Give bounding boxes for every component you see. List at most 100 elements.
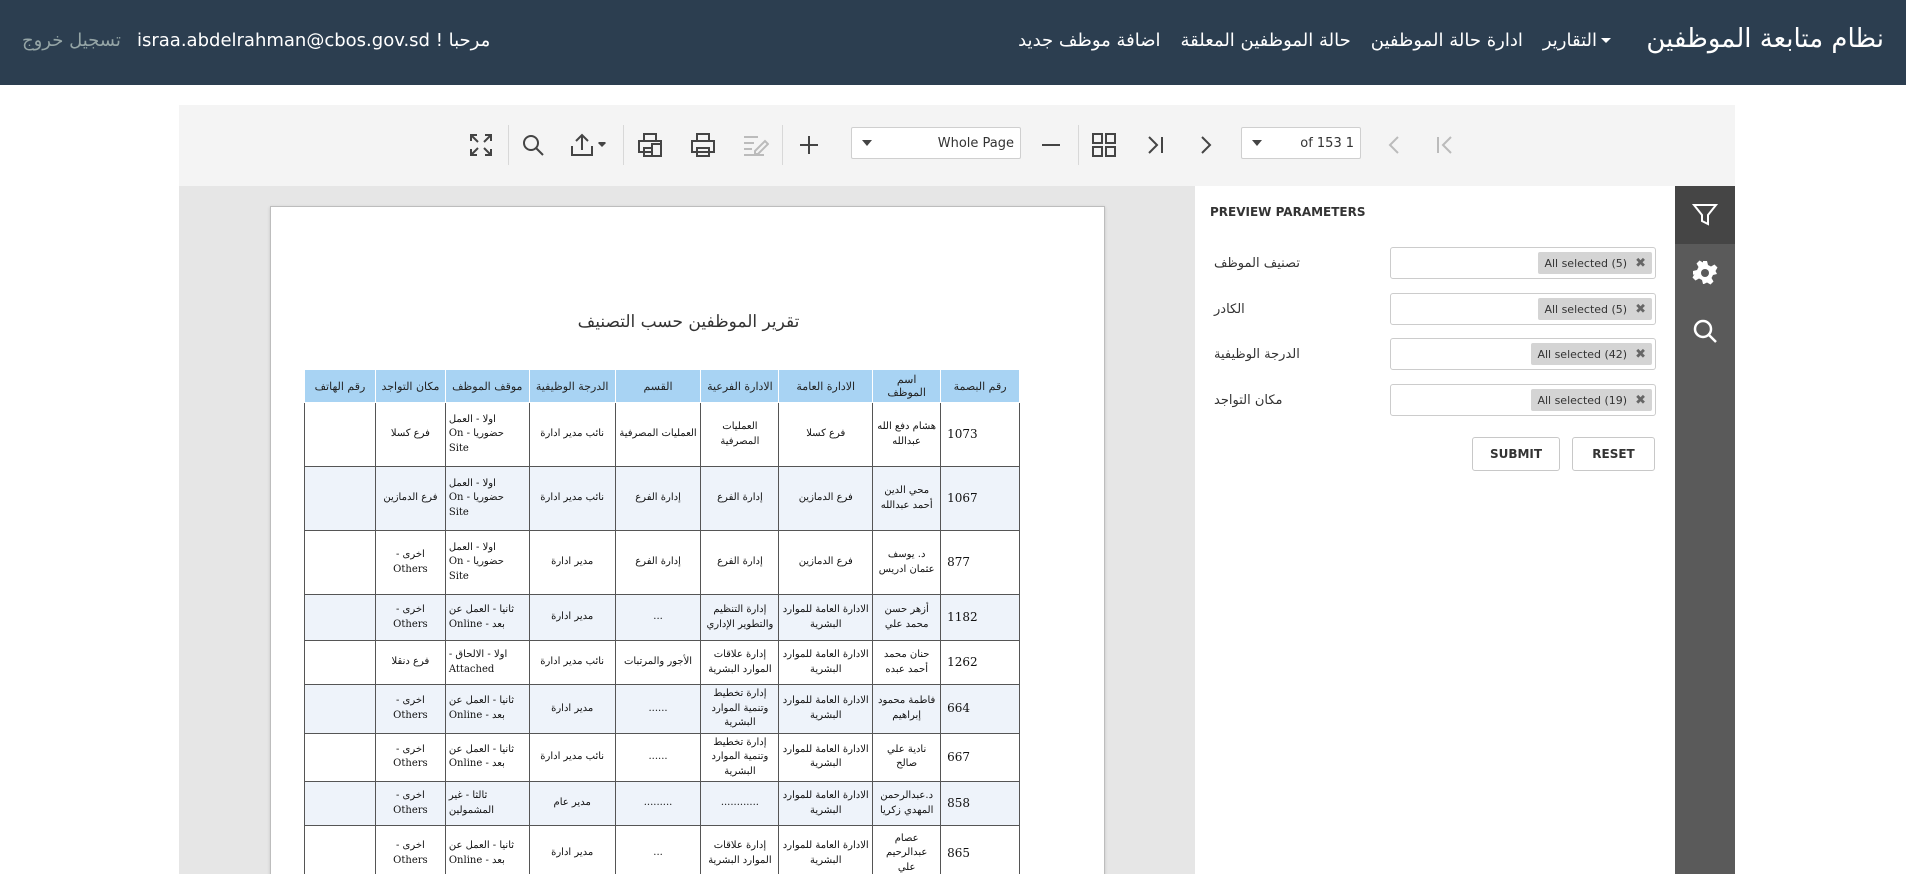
table-row: 1182 أزهر حسن محمد علي الادارة العامة للمو… (304, 594, 1020, 641)
search-icon[interactable] (513, 125, 553, 165)
param-row: الدرجة الوظيفية All selected (42) ✖ (1195, 338, 1675, 370)
prev-page-icon[interactable] (1374, 125, 1414, 165)
table-cell: مدير ادارة (528, 684, 616, 734)
table-cell: د. يوسف عثمان ادريس (872, 530, 942, 595)
submit-button[interactable]: SUBMIT (1472, 437, 1560, 471)
selection-chip: All selected (5) ✖ (1538, 252, 1652, 274)
table-cell: 865 (940, 825, 1020, 874)
table-header-row: رقم البصمة اسم الموظف الادارة العامة الا… (304, 369, 1020, 403)
col-header: مكان التواجد (374, 369, 446, 403)
table-cell: اولا - الالحاق - Attached (444, 640, 530, 685)
clear-icon[interactable]: ✖ (1635, 347, 1646, 362)
table-cell: ... (614, 594, 702, 641)
table-cell: الادارة العامة للموارد البشرية (778, 732, 874, 782)
col-header: الادارة العامة (778, 369, 874, 403)
multipage-icon[interactable] (1084, 125, 1124, 165)
nav-reports-label: التقارير (1542, 30, 1597, 51)
first-page-icon[interactable] (1425, 125, 1465, 165)
zoom-select[interactable]: Whole Page (851, 127, 1021, 159)
table-row: 1067 محي الدين أحمد عبدالله فرع الدمازين إد… (304, 466, 1020, 531)
side-tabs (1675, 186, 1735, 874)
table-cell: فرع كسلا (374, 402, 446, 467)
table-row: 877 د. يوسف عثمان ادريس فرع الدمازين إدارة … (304, 530, 1020, 595)
table-cell: 877 (940, 530, 1020, 595)
table-cell: إدارة الفرع (700, 530, 780, 595)
gear-icon[interactable] (1675, 244, 1735, 302)
zoom-in-icon[interactable] (789, 125, 829, 165)
table-cell (304, 781, 376, 826)
filter-icon[interactable] (1675, 186, 1735, 244)
print-icon[interactable] (683, 125, 723, 165)
param-multiselect[interactable]: All selected (42) ✖ (1390, 338, 1656, 370)
app-brand[interactable]: نظام متابعة الموظفين (1646, 24, 1884, 54)
clear-icon[interactable]: ✖ (1635, 393, 1646, 408)
table-cell: أزهر حسن محمد علي (872, 594, 942, 641)
table-cell (304, 640, 376, 685)
chip-text: All selected (5) (1544, 256, 1628, 270)
last-page-icon[interactable] (1135, 125, 1175, 165)
table-cell: 1073 (940, 402, 1020, 467)
table-cell: ثانيا - العمل عن بعد - Online (444, 825, 530, 874)
clear-icon[interactable]: ✖ (1635, 256, 1646, 271)
param-multiselect[interactable]: All selected (19) ✖ (1390, 384, 1656, 416)
param-multiselect[interactable]: All selected (5) ✖ (1390, 293, 1656, 325)
fullscreen-icon[interactable] (461, 125, 501, 165)
zoom-out-icon[interactable] (1031, 125, 1071, 165)
chip-text: All selected (5) (1544, 302, 1628, 316)
print-page-icon[interactable] (630, 125, 670, 165)
table-cell: اولا - العمل حضوريا - On Site (444, 530, 530, 595)
table-row: 865 عصام عبدالرحيم علي الادارة العامة للمو… (304, 825, 1020, 874)
table-cell: اولا - العمل حضوريا - On Site (444, 466, 530, 531)
user-greeting: مرحبا ! israa.abdelrahman@cbos.gov.sd (137, 30, 491, 51)
nav-links: اضافة موظف جديد حالة الموظفين المعلقة اد… (1018, 30, 1611, 51)
table-row: 664 فاطمة محمود إبراهيم الادارة العامة للم… (304, 684, 1020, 734)
table-cell: اخرى - Others (374, 781, 446, 826)
nav-reports-dropdown[interactable]: التقارير (1543, 30, 1611, 51)
table-cell: ......... (614, 781, 702, 826)
table-cell: إدارة تخطيط وتنمية الموارد البشرية (700, 684, 780, 734)
next-page-icon[interactable] (1186, 125, 1226, 165)
page-total: of 153 (1300, 135, 1342, 151)
table-cell: إدارة علاقات الموارد البشرية (700, 825, 780, 874)
logout-link[interactable]: تسجيل خروج (22, 30, 121, 51)
chevron-down-icon (862, 140, 872, 146)
param-multiselect[interactable]: All selected (5) ✖ (1390, 247, 1656, 279)
clear-icon[interactable]: ✖ (1635, 302, 1646, 317)
param-label: مكان التواجد (1214, 393, 1283, 408)
edit-icon[interactable] (735, 125, 775, 165)
col-header: القسم (614, 369, 702, 403)
caret-down-icon (1601, 38, 1611, 43)
page-select[interactable]: of 153 1 (1241, 127, 1361, 159)
table-cell: إدارة الفرع (700, 466, 780, 531)
table-cell: إدارة تخطيط وتنمية الموارد البشرية (700, 732, 780, 782)
table-cell: إدارة علاقات الموارد البشرية (700, 640, 780, 685)
param-label: تصنيف الموظف (1214, 256, 1300, 271)
col-header: الدرجة الوظيفية (528, 369, 616, 403)
param-label: الكادر (1214, 302, 1245, 317)
table-cell: العمليات المصرفية (700, 402, 780, 467)
table-cell: الادارة العامة للموارد البشرية (778, 640, 874, 685)
params-title: PREVIEW PARAMETERS (1210, 205, 1366, 219)
table-cell: اخرى - Others (374, 825, 446, 874)
table-cell: فرع الدمازين (778, 466, 874, 531)
col-header: الادارة الفرعية (700, 369, 780, 403)
chevron-down-icon (1252, 140, 1262, 146)
table-cell: اخرى - Others (374, 530, 446, 595)
zoom-value: Whole Page (937, 135, 1014, 151)
search-icon[interactable] (1675, 302, 1735, 360)
export-icon[interactable] (564, 125, 614, 165)
document-area[interactable]: تقرير الموظفين حسب التصنيف رقم البصمة اس… (179, 186, 1195, 874)
nav-manage-status[interactable]: ادارة حالة الموظفين (1371, 30, 1523, 51)
table-cell: فرع الدمازين (374, 466, 446, 531)
report-title: تقرير الموظفين حسب التصنيف (577, 312, 800, 332)
chip-text: All selected (42) (1537, 347, 1628, 361)
preview-parameters-panel: PREVIEW PARAMETERS تصنيف الموظف All sele… (1195, 186, 1675, 874)
table-cell: ... (614, 825, 702, 874)
nav-pending-employees[interactable]: حالة الموظفين المعلقة (1181, 30, 1351, 51)
table-cell: اخرى - Others (374, 594, 446, 641)
table-cell: مدير ادارة (528, 594, 616, 641)
table-cell: إدارة الفرع (614, 530, 702, 595)
reset-button[interactable]: RESET (1572, 437, 1655, 471)
nav-add-employee[interactable]: اضافة موظف جديد (1018, 30, 1160, 51)
table-cell: إدارة الفرع (614, 466, 702, 531)
